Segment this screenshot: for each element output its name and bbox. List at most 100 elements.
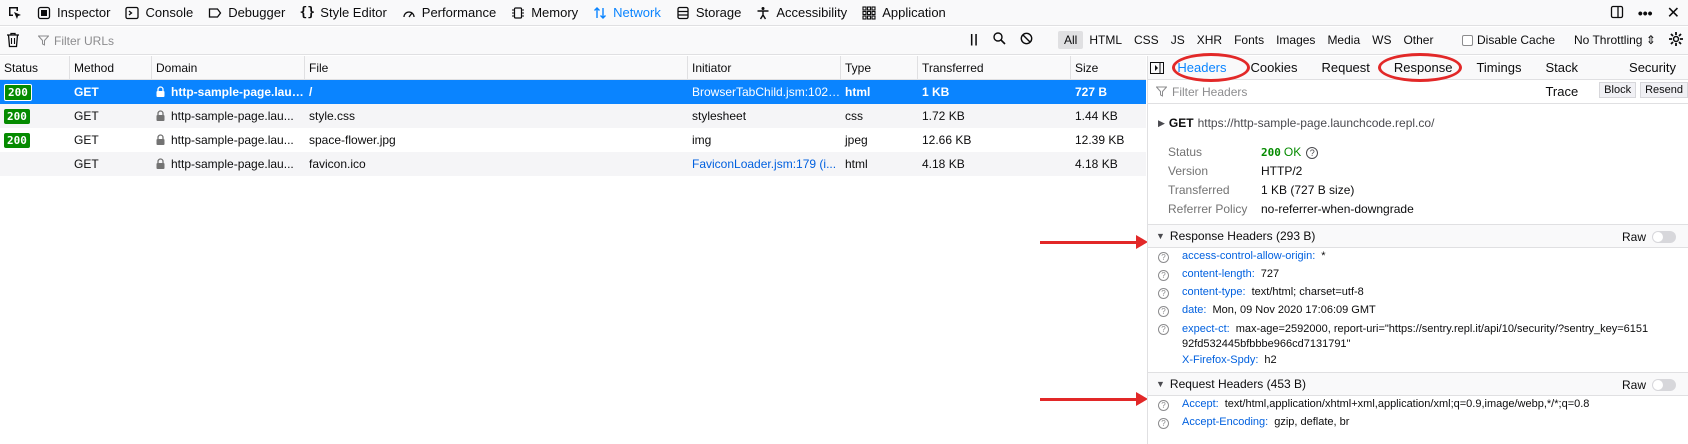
request-file: favicon.ico <box>309 157 366 171</box>
gear-icon[interactable] <box>1668 31 1684 50</box>
dock-icon[interactable] <box>1610 5 1624 22</box>
search-icon[interactable] <box>993 32 1006 48</box>
tab-memory[interactable]: Memory <box>504 0 586 26</box>
help-icon[interactable]: ? <box>1306 146 1319 159</box>
throttling-select[interactable]: No Throttling ⇕ <box>1574 33 1656 47</box>
raw-toggle[interactable]: Raw <box>1622 230 1676 244</box>
help-icon[interactable]: ? <box>1158 252 1169 263</box>
tab-storage[interactable]: Storage <box>669 0 750 26</box>
raw-toggle[interactable]: Raw <box>1622 378 1676 392</box>
column-header-status[interactable]: Status <box>0 56 70 80</box>
response-headers-section[interactable]: ▼ Response Headers (293 B) Raw <box>1148 224 1688 248</box>
header-name: Accept-Encoding: <box>1182 416 1269 428</box>
help-icon[interactable]: ? <box>1158 306 1169 317</box>
tab-inspector[interactable]: Inspector <box>30 0 118 26</box>
tab-request[interactable]: Request <box>1309 56 1381 80</box>
type-filter-other[interactable]: Other <box>1397 31 1439 49</box>
column-header-method[interactable]: Method <box>70 56 152 80</box>
block-requests-icon[interactable] <box>1020 32 1033 48</box>
column-header-type[interactable]: Type <box>841 56 918 80</box>
block-button[interactable]: Block <box>1599 82 1637 98</box>
tab-console[interactable]: Console <box>118 0 201 26</box>
summary-url: https://http-sample-page.launchcode.repl… <box>1197 116 1435 130</box>
type-filter-xhr[interactable]: XHR <box>1191 31 1228 49</box>
pause-icon[interactable]: || <box>970 32 979 48</box>
request-row[interactable]: GET http-sample-page.lau... favicon.ico … <box>0 152 1146 176</box>
raw-switch[interactable] <box>1652 231 1676 243</box>
tab-performance[interactable]: Performance <box>395 0 504 26</box>
type-filter-images[interactable]: Images <box>1270 31 1321 49</box>
application-icon <box>861 5 877 21</box>
help-icon[interactable]: ? <box>1158 400 1169 411</box>
filter-icon <box>1156 86 1167 97</box>
request-initiator[interactable]: BrowserTabChild.jsm:102 ... <box>688 85 841 99</box>
request-initiator: img <box>692 133 712 147</box>
tab-debugger[interactable]: Debugger <box>201 0 293 26</box>
disable-cache-checkbox[interactable] <box>1462 34 1473 46</box>
status-code: 200 <box>1261 145 1281 159</box>
tab-timings[interactable]: Timings <box>1464 56 1533 80</box>
request-method: GET <box>74 157 99 171</box>
request-domain: http-sample-page.lau... <box>171 109 294 123</box>
type-filter-media[interactable]: Media <box>1321 31 1366 49</box>
header-value: 727 <box>1260 268 1280 280</box>
request-row[interactable]: 200 GET http-sample-page.lau... style.cs… <box>0 104 1146 128</box>
annotation-circle-headers <box>1172 53 1250 82</box>
tab-label: Inspector <box>57 5 111 20</box>
type-filter-all[interactable]: All <box>1058 31 1084 49</box>
filter-urls-input[interactable]: Filter URLs <box>38 34 114 48</box>
close-icon[interactable]: ✕ <box>1667 3 1680 23</box>
header-row: ? date: Mon, 09 Nov 2020 17:06:09 GMT <box>1148 304 1688 322</box>
header-actions: Block Resend <box>1599 82 1688 98</box>
column-header-size[interactable]: Size <box>1071 56 1146 80</box>
header-value: * <box>1321 250 1326 262</box>
request-method: GET <box>74 109 99 123</box>
help-icon[interactable]: ? <box>1158 270 1169 281</box>
tab-label: Performance <box>421 5 497 20</box>
filter-icon <box>38 35 49 46</box>
request-row[interactable]: 200 GET http-sample-page.lau... space-fl… <box>0 128 1146 152</box>
help-icon[interactable]: ? <box>1158 418 1169 429</box>
toggle-panel-icon[interactable] <box>1148 61 1165 74</box>
request-headers-section[interactable]: ▼ Request Headers (453 B) Raw <box>1148 372 1688 396</box>
help-icon[interactable]: ? <box>1158 288 1169 299</box>
type-filter-css[interactable]: CSS <box>1128 31 1165 49</box>
clear-requests-trash-icon[interactable] <box>6 32 20 51</box>
resend-button[interactable]: Resend <box>1640 82 1688 98</box>
inspector-icon <box>36 5 52 21</box>
column-header-initiator[interactable]: Initiator <box>688 56 841 80</box>
type-filter-js[interactable]: JS <box>1165 31 1191 49</box>
type-filter-html[interactable]: HTML <box>1083 31 1128 49</box>
request-row[interactable]: 200 GET http-sample-page.laun... / Brows… <box>0 80 1146 104</box>
network-icon <box>592 5 608 21</box>
request-size: 4.18 KB <box>1075 157 1118 171</box>
tab-application[interactable]: Application <box>855 0 954 26</box>
type-filter-ws[interactable]: WS <box>1366 31 1397 49</box>
storage-icon <box>675 5 691 21</box>
request-list-header: Status Method Domain File Initiator Type… <box>0 56 1146 80</box>
column-header-domain[interactable]: Domain <box>152 56 305 80</box>
section-title: Request Headers (453 B) <box>1169 377 1306 391</box>
request-url-summary[interactable]: ▶ GET https://http-sample-page.launchcod… <box>1148 104 1688 134</box>
more-options-icon[interactable]: ••• <box>1638 5 1653 21</box>
console-icon <box>124 5 140 21</box>
type-filter-fonts[interactable]: Fonts <box>1228 31 1270 49</box>
details-tabs: Headers Cookies Request Response Timings… <box>1148 53 1688 99</box>
help-icon[interactable]: ? <box>1158 324 1169 335</box>
expand-triangle-icon: ▶ <box>1158 117 1165 128</box>
disable-cache-toggle[interactable]: Disable Cache <box>1462 33 1555 47</box>
tab-accessibility[interactable]: Accessibility <box>749 0 855 26</box>
request-method: GET <box>74 85 99 99</box>
header-row: ? content-length: 727 <box>1148 268 1688 286</box>
raw-switch[interactable] <box>1652 379 1676 391</box>
request-transferred: 1.72 KB <box>922 109 965 123</box>
column-header-transferred[interactable]: Transferred <box>918 56 1071 80</box>
element-picker-button[interactable] <box>0 0 30 26</box>
column-header-file[interactable]: File <box>305 56 688 80</box>
tab-security[interactable]: Security <box>1617 56 1688 80</box>
tab-network[interactable]: Network <box>586 0 669 26</box>
tab-style-editor[interactable]: {} Style Editor <box>293 0 394 26</box>
tab-stack-trace[interactable]: Stack Trace <box>1533 56 1617 99</box>
filter-headers-input[interactable]: Filter Headers Block Resend <box>1148 80 1688 104</box>
request-initiator[interactable]: FaviconLoader.jsm:179 (i... <box>688 157 841 171</box>
